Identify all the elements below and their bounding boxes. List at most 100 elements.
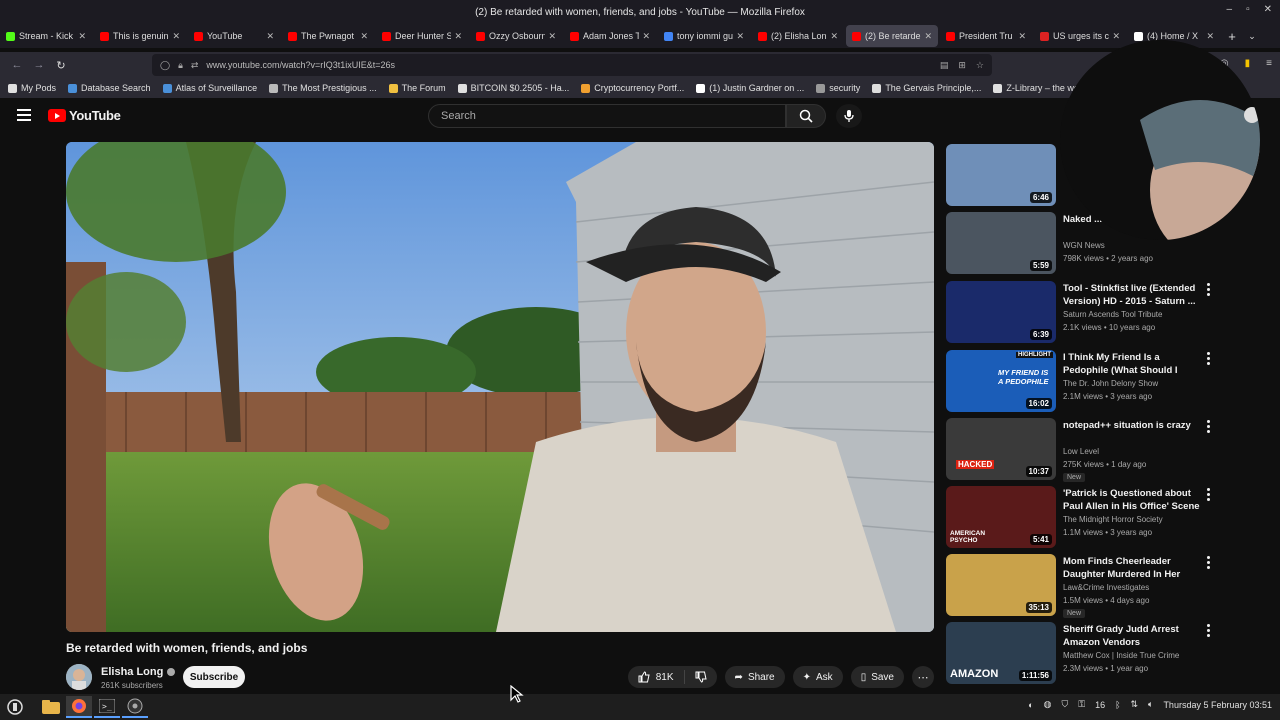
- close-tab-icon[interactable]: ✕: [1018, 31, 1026, 42]
- recommended-video[interactable]: 35:13 Mom Finds Cheerleader Daughter Murd…: [946, 552, 1216, 620]
- browser-tab[interactable]: (2) Be retarde ✕: [846, 25, 938, 47]
- recommended-video[interactable]: 6:39 Tool - Stinkfist live (Extended Vers…: [946, 279, 1216, 347]
- reload-button[interactable]: ↻: [50, 59, 72, 72]
- browser-tab[interactable]: tony iommi gu ✕: [658, 25, 750, 47]
- subscribe-button[interactable]: Subscribe: [183, 666, 245, 688]
- maximize-button[interactable]: ▫: [1246, 4, 1250, 15]
- shield-tray-icon[interactable]: ⛉: [1061, 699, 1068, 710]
- recommended-video[interactable]: 5:41 AMERICAN PSYCHO 'Patrick is Questione…: [946, 484, 1216, 552]
- bookmark-item[interactable]: My Pods: [8, 83, 56, 93]
- video-thumbnail[interactable]: 5:59: [946, 212, 1056, 274]
- new-tab-button[interactable]: +: [1222, 29, 1242, 44]
- close-tab-icon[interactable]: ✕: [642, 31, 650, 42]
- more-vertical-icon[interactable]: [1205, 488, 1211, 501]
- recommended-title[interactable]: notepad++ situation is crazy: [1063, 420, 1201, 433]
- video-thumbnail[interactable]: 5:41 AMERICAN PSYCHO: [946, 486, 1056, 548]
- close-tab-icon[interactable]: ✕: [548, 31, 556, 42]
- close-window-button[interactable]: ✕: [1264, 4, 1272, 15]
- volume-icon[interactable]: 🔈︎: [1148, 699, 1153, 710]
- video-thumbnail[interactable]: 6:39: [946, 281, 1056, 343]
- bookmark-item[interactable]: Database Search: [68, 83, 151, 93]
- video-player[interactable]: [66, 142, 934, 632]
- recommended-channel[interactable]: Matthew Cox | Inside True Crime: [1063, 651, 1179, 660]
- recommended-title[interactable]: Tool - Stinkfist live (Extended Version)…: [1063, 283, 1201, 308]
- more-actions-button[interactable]: ⋯: [912, 666, 934, 688]
- close-tab-icon[interactable]: ✕: [736, 31, 744, 42]
- recommended-channel[interactable]: Saturn Ascends Tool Tribute: [1063, 310, 1162, 319]
- recommended-title[interactable]: Mom Finds Cheerleader Daughter Murdered …: [1063, 556, 1201, 582]
- like-button[interactable]: 81K: [628, 670, 685, 684]
- recommended-video[interactable]: 16:02 HIGHLIGHT MY FRIEND IS A PEDOPHILE I …: [946, 348, 1216, 416]
- firefox-app-button[interactable]: [66, 696, 92, 718]
- bluetooth-icon[interactable]: ᛒ: [1115, 700, 1120, 710]
- forward-button[interactable]: →: [28, 59, 50, 71]
- browser-tab[interactable]: US urges its c ✕: [1034, 25, 1126, 47]
- browser-tab[interactable]: The Pwnagot ✕: [282, 25, 374, 47]
- bookmark-item[interactable]: Cryptocurrency Portf...: [581, 83, 684, 93]
- start-menu-button[interactable]: [2, 696, 28, 718]
- reader-view-icon[interactable]: ▤: [940, 60, 949, 71]
- recommended-video[interactable]: 10:37 HACKED notepad++ situation is crazy L…: [946, 416, 1216, 484]
- obs-tray-icon[interactable]: ◐: [1028, 700, 1033, 710]
- youtube-logo[interactable]: YouTube: [48, 108, 121, 123]
- browser-tab[interactable]: President Tru ✕: [940, 25, 1032, 47]
- minimize-button[interactable]: –: [1227, 4, 1233, 15]
- translate-icon[interactable]: ⊞: [958, 60, 966, 71]
- bookmark-item[interactable]: BITCOIN $0.2505 - Ha...: [457, 83, 569, 93]
- search-button[interactable]: [786, 104, 826, 128]
- share-button[interactable]: ➦ Share: [724, 666, 785, 688]
- close-tab-icon[interactable]: ✕: [1206, 31, 1214, 42]
- recommended-channel[interactable]: Law&Crime Investigates: [1063, 583, 1149, 592]
- security-tray-icon[interactable]: ⚿: [1078, 699, 1085, 710]
- bookmark-item[interactable]: The Forum: [388, 83, 446, 93]
- files-app-button[interactable]: [38, 696, 64, 718]
- recommended-channel[interactable]: The Midnight Horror Society: [1063, 515, 1163, 524]
- close-tab-icon[interactable]: ✕: [1112, 31, 1120, 42]
- close-tab-icon[interactable]: ✕: [830, 31, 838, 42]
- bookmark-item[interactable]: The Most Prestigious ...: [269, 83, 377, 93]
- close-tab-icon[interactable]: ✕: [924, 31, 932, 42]
- browser-tab[interactable]: YouTube ✕: [188, 25, 280, 47]
- browser-tab[interactable]: Stream - Kick ✕: [0, 25, 92, 47]
- close-tab-icon[interactable]: ✕: [454, 31, 462, 42]
- list-all-tabs-button[interactable]: ⌄: [1242, 31, 1262, 42]
- recommended-title[interactable]: Sheriff Grady Judd Arrest Amazon Vendors: [1063, 624, 1201, 649]
- recommended-channel[interactable]: Low Level: [1063, 447, 1099, 456]
- browser-tab[interactable]: Ozzy Osbourn ✕: [470, 25, 562, 47]
- notification-count[interactable]: 16: [1095, 700, 1105, 710]
- video-thumbnail[interactable]: 16:02 HIGHLIGHT MY FRIEND IS A PEDOPHILE: [946, 350, 1056, 412]
- bookmark-item[interactable]: Atlas of Surveillance: [162, 83, 257, 93]
- bookmark-star-icon[interactable]: ☆: [976, 60, 984, 71]
- browser-tab[interactable]: Deer Hunter S ✕: [376, 25, 468, 47]
- browser-tab[interactable]: Adam Jones T ✕: [564, 25, 656, 47]
- more-vertical-icon[interactable]: [1205, 352, 1211, 365]
- menu-icon[interactable]: [17, 109, 31, 121]
- recommended-channel[interactable]: WGN News: [1063, 241, 1105, 250]
- back-button[interactable]: ←: [6, 59, 28, 71]
- network-icon[interactable]: ⇅: [1130, 699, 1138, 710]
- more-vertical-icon[interactable]: [1205, 624, 1211, 637]
- bookmark-item[interactable]: The Gervais Principle,...: [872, 83, 981, 93]
- url-bar[interactable]: ◯ 🔒︎ ⇄ www.youtube.com/watch?v=rIQ3t1ixU…: [152, 54, 992, 76]
- video-thumbnail[interactable]: 6:46: [946, 144, 1056, 206]
- channel-name[interactable]: Elisha Long: [101, 666, 176, 678]
- close-tab-icon[interactable]: ✕: [78, 31, 86, 42]
- close-tab-icon[interactable]: ✕: [266, 31, 274, 42]
- extension-icon[interactable]: ▮: [1245, 58, 1251, 69]
- close-tab-icon[interactable]: ✕: [360, 31, 368, 42]
- obs-app-button[interactable]: [122, 696, 148, 718]
- recommended-video[interactable]: 1:11:56 AMAZON Sheriff Grady Judd Arrest A…: [946, 620, 1216, 688]
- recommended-title[interactable]: 'Patrick is Questioned about Paul Allen …: [1063, 488, 1201, 514]
- search-input[interactable]: Search: [428, 104, 786, 128]
- channel-avatar[interactable]: [66, 664, 92, 690]
- steam-tray-icon[interactable]: ◍: [1044, 699, 1052, 710]
- voice-search-button[interactable]: [836, 104, 862, 128]
- browser-tab[interactable]: (2) Elisha Lon ✕: [752, 25, 844, 47]
- app-menu-icon[interactable]: ≡: [1266, 58, 1272, 69]
- save-button[interactable]: ▯ Save: [850, 666, 904, 688]
- clock[interactable]: Thursday 5 February 03:51: [1163, 700, 1272, 710]
- browser-tab[interactable]: This is genuin ✕: [94, 25, 186, 47]
- dislike-button[interactable]: [685, 671, 717, 683]
- bookmark-item[interactable]: security: [816, 83, 860, 93]
- close-tab-icon[interactable]: ✕: [172, 31, 180, 42]
